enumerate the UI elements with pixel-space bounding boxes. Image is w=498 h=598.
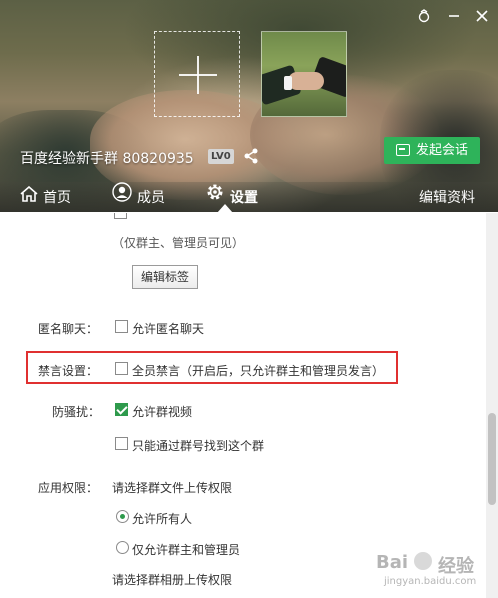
admins-only-radio[interactable] xyxy=(116,541,129,554)
album-upload-permission-title: 请选择群相册上传权限 xyxy=(112,573,233,587)
allow-group-video-checkbox[interactable] xyxy=(115,403,128,416)
start-chat-label: 发起会话 xyxy=(416,143,469,158)
allow-group-video-option[interactable]: 允许群视频 xyxy=(132,403,192,420)
admins-only-option[interactable]: 仅允许群主和管理员 xyxy=(132,541,240,558)
nav-bar: 首页 成员 设置 编辑资料 xyxy=(0,182,498,212)
app-permissions-label: 应用权限： xyxy=(38,481,99,495)
tab-home[interactable]: 首页 xyxy=(20,182,71,212)
scroll-thumb[interactable] xyxy=(488,413,496,505)
visibility-note: （仅群主、管理员可见） xyxy=(112,236,245,250)
allow-everyone-radio[interactable] xyxy=(116,510,129,523)
edit-profile-link[interactable]: 编辑资料 xyxy=(419,182,475,212)
skin-icon[interactable] xyxy=(412,6,436,26)
close-button[interactable] xyxy=(470,6,494,26)
allow-everyone-option[interactable]: 允许所有人 xyxy=(132,510,192,527)
find-by-id-only-option[interactable]: 只能通过群号找到这个群 xyxy=(132,437,264,454)
baidu-jingyan-watermark: Bai 经验 jingyan.baidu.com xyxy=(376,552,477,587)
anonymous-chat-checkbox[interactable] xyxy=(115,320,128,333)
chat-icon xyxy=(396,144,410,156)
settings-panel: （仅群主、管理员可见） 编辑标签 匿名聊天： 允许匿名聊天 禁言设置： 全员禁言… xyxy=(0,213,486,598)
user-icon xyxy=(112,182,132,212)
anonymous-chat-label: 匿名聊天： xyxy=(38,322,99,336)
level-badge: LV0 xyxy=(208,149,234,164)
anonymous-chat-option[interactable]: 允许匿名聊天 xyxy=(132,320,204,337)
start-chat-button[interactable]: 发起会话 xyxy=(384,137,480,164)
group-name: 百度经验新手群 80820935 xyxy=(20,151,194,167)
home-icon xyxy=(20,182,38,212)
mute-all-checkbox[interactable] xyxy=(115,362,128,375)
group-header: 百度经验新手群 80820935 LV0 发起会话 首页 成员 设置 编辑资料 xyxy=(0,0,498,212)
hidden-row-checkbox[interactable] xyxy=(114,213,127,219)
group-avatar[interactable] xyxy=(261,31,347,117)
active-tab-indicator xyxy=(217,204,233,212)
minimize-button[interactable] xyxy=(442,6,466,26)
tab-members[interactable]: 成员 xyxy=(112,182,165,212)
add-avatar-button[interactable] xyxy=(154,31,240,117)
edit-tags-button[interactable]: 编辑标签 xyxy=(132,265,198,289)
vertical-scrollbar[interactable] xyxy=(486,213,498,598)
find-by-id-only-checkbox[interactable] xyxy=(115,437,128,450)
paw-icon xyxy=(414,552,432,570)
mute-all-option[interactable]: 全员禁言（开启后，只允许群主和管理员发言） xyxy=(132,362,384,379)
file-upload-permission-title: 请选择群文件上传权限 xyxy=(112,481,233,495)
mute-settings-label: 禁言设置： xyxy=(38,364,99,378)
share-icon[interactable] xyxy=(243,147,259,165)
anti-spam-label: 防骚扰： xyxy=(52,405,101,419)
